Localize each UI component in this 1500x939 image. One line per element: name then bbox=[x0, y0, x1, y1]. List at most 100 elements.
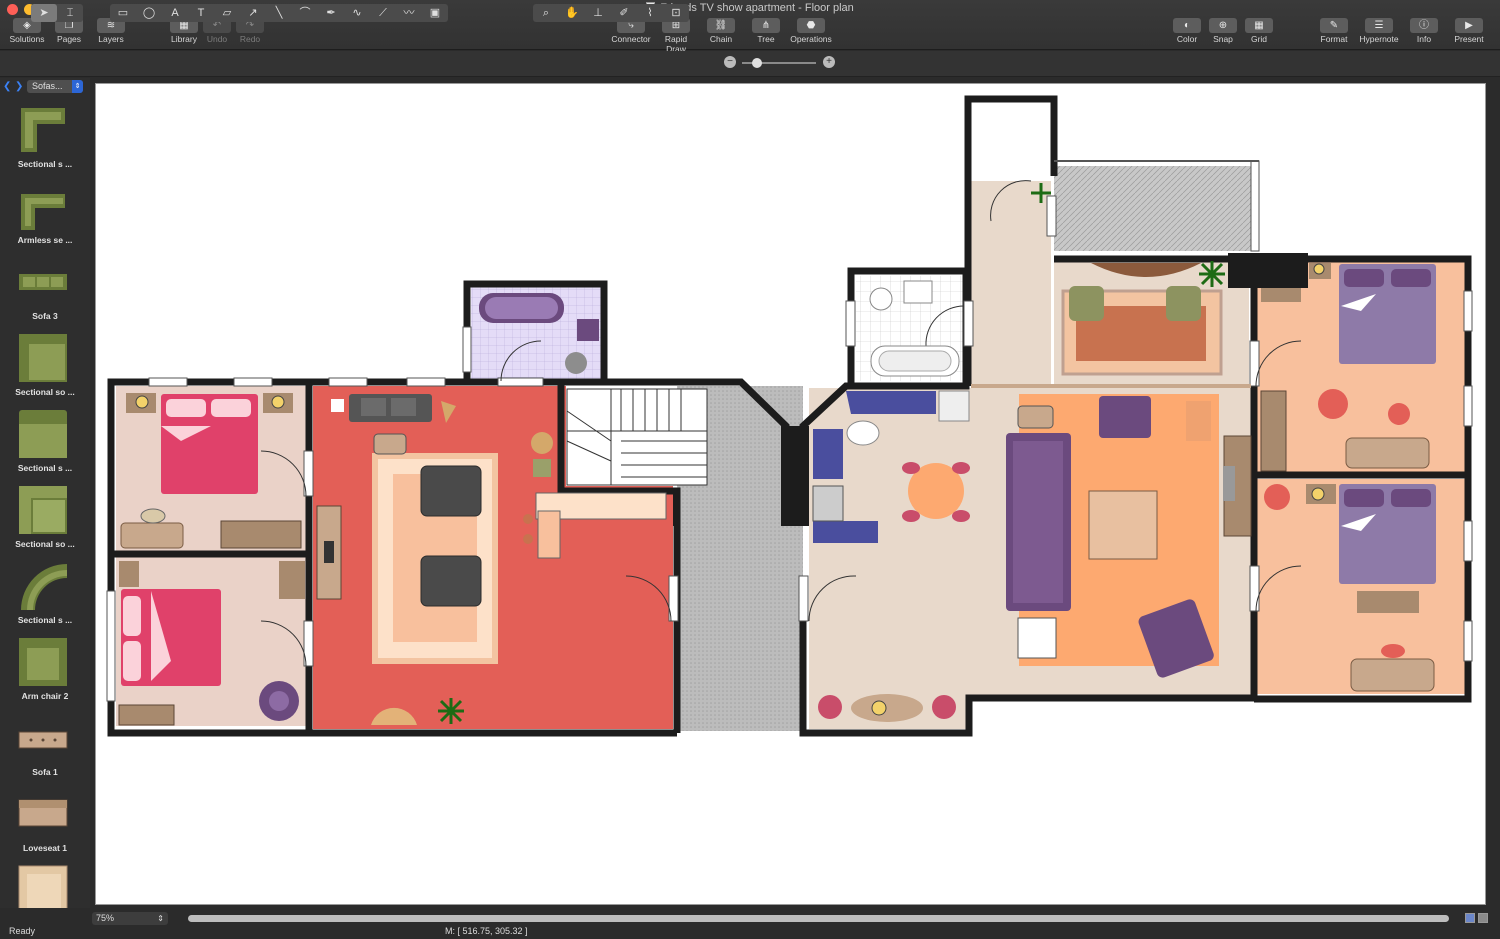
library-item-sectional-square[interactable]: Sectional so ... bbox=[0, 326, 90, 402]
toolbar-button-label: Hypernote bbox=[1359, 34, 1399, 44]
zoom-slider-knob[interactable] bbox=[751, 58, 762, 68]
tree-icon: ⋔ bbox=[752, 18, 780, 33]
brush-tool-icon[interactable]: ⌇ bbox=[637, 4, 663, 22]
pages-button[interactable]: ❐ Pages bbox=[47, 18, 91, 48]
hypernote-icon: ☰ bbox=[1365, 18, 1393, 33]
sectional-back-icon bbox=[19, 410, 67, 458]
library-item-label: Sofa 1 bbox=[32, 767, 58, 777]
page-view-toggle[interactable] bbox=[1465, 913, 1475, 923]
tree-button[interactable]: ⋔ Tree bbox=[744, 18, 788, 48]
library-item-label: Sectional so ... bbox=[15, 539, 75, 549]
present-icon: ▶ bbox=[1455, 18, 1483, 33]
library-item-label: Loveseat 1 bbox=[23, 843, 67, 853]
drawing-canvas[interactable] bbox=[95, 83, 1486, 905]
callout-tool-icon[interactable]: ▱ bbox=[214, 4, 240, 22]
cursor-coordinates: M: [ 516.75, 305.32 ] bbox=[445, 926, 528, 936]
library-item-armchair[interactable]: Arm chair 2 bbox=[0, 630, 90, 706]
zoom-in-button[interactable]: + bbox=[823, 56, 835, 68]
ellipse-tool-icon[interactable]: ◯ bbox=[136, 4, 162, 22]
toolbar-button-label: Format bbox=[1320, 34, 1348, 44]
library-item-sofa3[interactable]: Sofa 3 bbox=[0, 250, 90, 326]
armchair-icon bbox=[19, 638, 67, 686]
status-ready-text: Ready bbox=[9, 926, 36, 936]
zoom-out-button[interactable]: − bbox=[724, 56, 736, 68]
grid-button[interactable]: ▦ Grid bbox=[1237, 18, 1281, 48]
library-item-sofa1[interactable]: Sofa 1 bbox=[0, 706, 90, 782]
library-item-sectional-back[interactable]: Sectional s ... bbox=[0, 402, 90, 478]
zoom-level-select[interactable]: 75% ⇕ bbox=[92, 912, 168, 925]
bezier-tool-icon[interactable]: ∿ bbox=[344, 4, 370, 22]
layers-button[interactable]: ≋ Layers bbox=[89, 18, 133, 48]
toolbar-button-label: Redo bbox=[239, 34, 261, 44]
toolbar-button-label: Pages bbox=[56, 34, 82, 44]
library-item-sectional-l[interactable]: Sectional s ... bbox=[0, 98, 90, 174]
text-tool-icon[interactable]: A bbox=[162, 4, 188, 22]
zoom-level-value: 75% bbox=[96, 913, 115, 923]
pointer-tool-icon[interactable]: ➤ bbox=[31, 4, 57, 22]
window-title-text: Friends TV show apartment - Floor plan bbox=[660, 2, 854, 14]
horizontal-scrollbar[interactable] bbox=[188, 915, 1449, 922]
operations-button[interactable]: ⬣ Operations bbox=[789, 18, 833, 48]
freehand-tool-icon[interactable]: 〰 bbox=[396, 4, 422, 22]
shape-tools-group: ▭ ◯ A T ▱ ↗ ╲ ⌒ ✒ ∿ ⟋ 〰 ▣ bbox=[110, 4, 448, 22]
dropdown-arrows-icon: ⇕ bbox=[72, 80, 83, 93]
toolbar-button-label: Operations bbox=[790, 34, 832, 44]
library-item-label: Sectional so ... bbox=[15, 387, 75, 397]
eyedropper-tool-icon[interactable]: ✐ bbox=[611, 4, 637, 22]
library-item-armless-corner[interactable]: Armless se ... bbox=[0, 174, 90, 250]
rectangle-tool-icon[interactable]: ▭ bbox=[110, 4, 136, 22]
info-icon: ⓘ bbox=[1410, 18, 1438, 33]
arrow-tool-icon[interactable]: ↗ bbox=[240, 4, 266, 22]
library-dropdown[interactable]: Sofas... ⇕ bbox=[27, 80, 83, 93]
drawing-toolbar bbox=[0, 51, 1500, 77]
line-tool-icon[interactable]: ╲ bbox=[266, 4, 292, 22]
floor-plan[interactable] bbox=[96, 84, 1486, 905]
sectional-corner-icon bbox=[19, 486, 67, 534]
rapid-draw-button[interactable]: ⊞ Rapid Draw bbox=[654, 18, 698, 54]
polyline-tool-icon[interactable]: ⟋ bbox=[370, 4, 396, 22]
library-item-label: Arm chair 2 bbox=[21, 691, 69, 701]
library-item-label: Armless se ... bbox=[17, 235, 73, 245]
present-button[interactable]: ▶ Present bbox=[1447, 18, 1491, 48]
library-item-label: Sofa 3 bbox=[32, 311, 58, 321]
toolbar-button-label: Present bbox=[1454, 34, 1484, 44]
solutions-button[interactable]: ◈ Solutions bbox=[5, 18, 49, 48]
sofa1-icon bbox=[18, 731, 68, 749]
image-tool-icon[interactable]: ▣ bbox=[422, 4, 448, 22]
library-item-sectional-curve[interactable]: Sectional s ... bbox=[0, 554, 90, 630]
library-forward-icon[interactable]: ❯ bbox=[15, 81, 23, 92]
view-tools-group: ⌕ ✋ ⊥ ✐ ⌇ ⊡ bbox=[533, 4, 689, 22]
library-item-loveseat[interactable]: Loveseat 1 bbox=[0, 782, 90, 858]
toolbar-button-label: Chain bbox=[709, 34, 733, 44]
redo-button[interactable]: ↷ Redo bbox=[228, 18, 272, 48]
select-tools-group: ➤ ⌶ bbox=[31, 4, 83, 22]
sectional-curve-icon bbox=[21, 564, 67, 610]
chain-icon: ⛓ bbox=[707, 18, 735, 33]
library-item-sectional-corner[interactable]: Sectional so ... bbox=[0, 478, 90, 554]
pen-tool-icon[interactable]: ✒ bbox=[318, 4, 344, 22]
info-button[interactable]: ⓘ Info bbox=[1402, 18, 1446, 48]
library-back-icon[interactable]: ❮ bbox=[3, 81, 11, 92]
sectional-l-icon bbox=[21, 108, 65, 152]
toolbar-button-label: Tree bbox=[757, 34, 775, 44]
library-dropdown-value: Sofas... bbox=[32, 81, 63, 91]
toolbar-button-label: Connector bbox=[611, 34, 651, 44]
format-button[interactable]: ✎ Format bbox=[1312, 18, 1356, 48]
hypernote-button[interactable]: ☰ Hypernote bbox=[1357, 18, 1401, 48]
chain-button[interactable]: ⛓ Chain bbox=[699, 18, 743, 48]
toolbar-button-label: Grid bbox=[1250, 34, 1268, 44]
hand-tool-icon[interactable]: ✋ bbox=[559, 4, 585, 22]
crop-tool-icon[interactable]: ⊡ bbox=[663, 4, 689, 22]
text-box-tool-icon[interactable]: T bbox=[188, 4, 214, 22]
text-select-tool-icon[interactable]: ⌶ bbox=[57, 4, 83, 22]
arc-tool-icon[interactable]: ⌒ bbox=[292, 4, 318, 22]
fit-page-toggle[interactable] bbox=[1478, 913, 1488, 923]
stepper-arrows-icon: ⇕ bbox=[157, 914, 164, 923]
library-item-label: Sectional s ... bbox=[17, 159, 73, 169]
sofa3-icon bbox=[19, 274, 67, 290]
zoom-tool-icon[interactable]: ⌕ bbox=[533, 4, 559, 22]
library-item-label: Sectional s ... bbox=[17, 463, 73, 473]
connector-button[interactable]: ⤷ Connector bbox=[609, 18, 653, 48]
stamp-tool-icon[interactable]: ⊥ bbox=[585, 4, 611, 22]
toolbar-button-label: Solutions bbox=[9, 34, 45, 44]
